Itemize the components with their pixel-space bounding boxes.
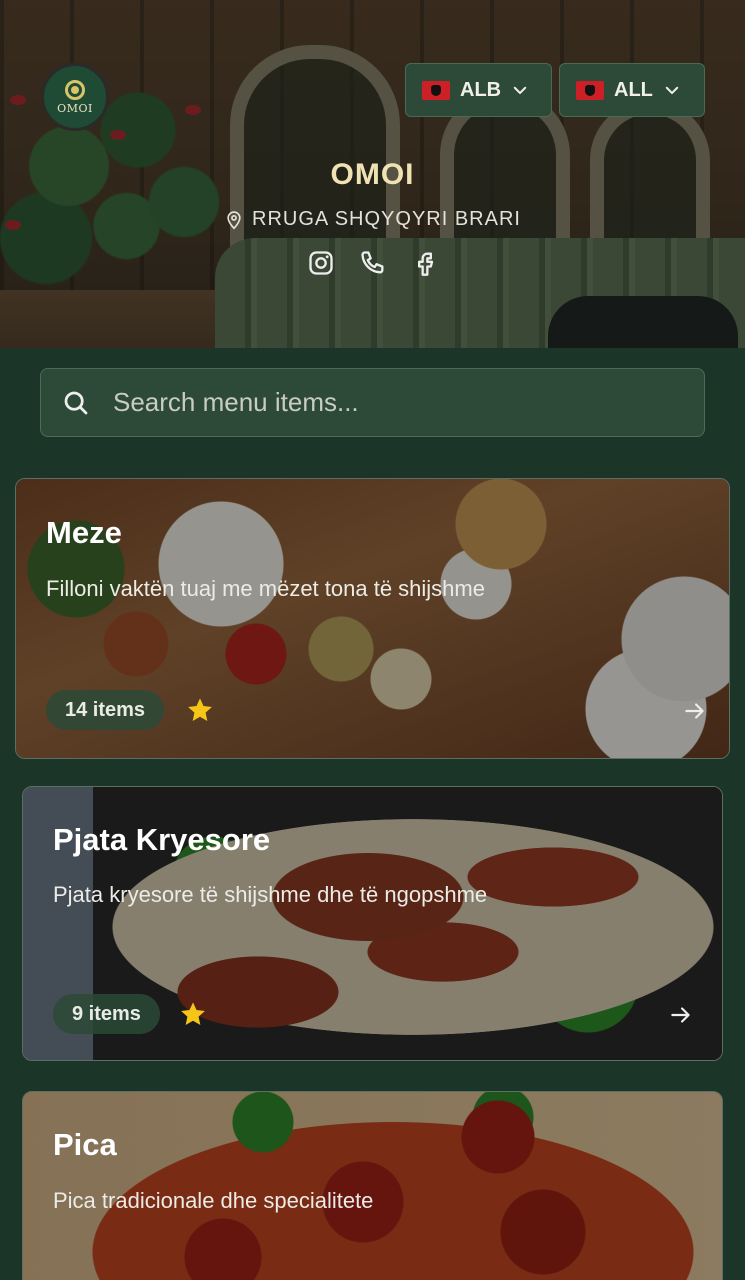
language-label: ALB bbox=[460, 78, 502, 101]
chevron-down-icon bbox=[665, 86, 679, 94]
language-selector[interactable]: ALB bbox=[405, 63, 552, 117]
star-icon bbox=[181, 1002, 205, 1025]
logo-mark-icon bbox=[65, 79, 85, 100]
category-card-pjata-kryesore[interactable]: Pjata Kryesore Pjata kryesore të shijshm… bbox=[22, 786, 723, 1061]
category-title: Meze bbox=[46, 515, 122, 550]
chevron-down-icon bbox=[513, 86, 527, 94]
category-description: Filloni vaktën tuaj me mëzet tona të shi… bbox=[46, 576, 485, 601]
venue-address: RRUGA SHQYQYRI BRARI bbox=[0, 208, 745, 231]
items-count-badge: 9 items bbox=[53, 994, 160, 1034]
category-card-meze[interactable]: Meze Filloni vaktën tuaj me mëzet tona t… bbox=[15, 478, 730, 759]
logo-text: OMOI bbox=[57, 101, 93, 115]
currency-selector[interactable]: ALL bbox=[559, 63, 705, 117]
search-icon bbox=[64, 391, 88, 414]
card-overlay bbox=[23, 1092, 722, 1280]
restaurant-logo[interactable]: OMOI bbox=[41, 63, 109, 131]
facebook-icon[interactable] bbox=[410, 248, 440, 278]
currency-label: ALL bbox=[614, 78, 653, 101]
phone-icon[interactable] bbox=[358, 248, 388, 278]
arrow-right-icon bbox=[671, 1007, 690, 1023]
venue-name: OMOI bbox=[330, 158, 415, 191]
category-title: Pica bbox=[53, 1127, 117, 1162]
albania-flag-icon bbox=[422, 80, 450, 100]
star-icon bbox=[188, 698, 212, 721]
category-title: Pjata Kryesore bbox=[53, 822, 271, 857]
arrow-right-icon bbox=[685, 703, 704, 719]
albania-flag-icon bbox=[576, 80, 604, 100]
category-card-pica[interactable]: Pica Pica tradicionale dhe specialitete bbox=[22, 1091, 723, 1280]
items-count-badge: 14 items bbox=[46, 690, 165, 730]
category-description: Pica tradicionale dhe specialitete bbox=[53, 1188, 374, 1213]
instagram-icon[interactable] bbox=[306, 248, 336, 278]
category-description: Pjata kryesore të shijshme dhe të ngopsh… bbox=[53, 882, 488, 907]
search-input[interactable] bbox=[113, 387, 684, 418]
search-bar bbox=[40, 368, 705, 437]
social-links bbox=[0, 248, 745, 278]
address-text: RRUGA SHQYQYRI BRARI bbox=[252, 208, 521, 230]
location-pin-icon bbox=[227, 210, 241, 230]
